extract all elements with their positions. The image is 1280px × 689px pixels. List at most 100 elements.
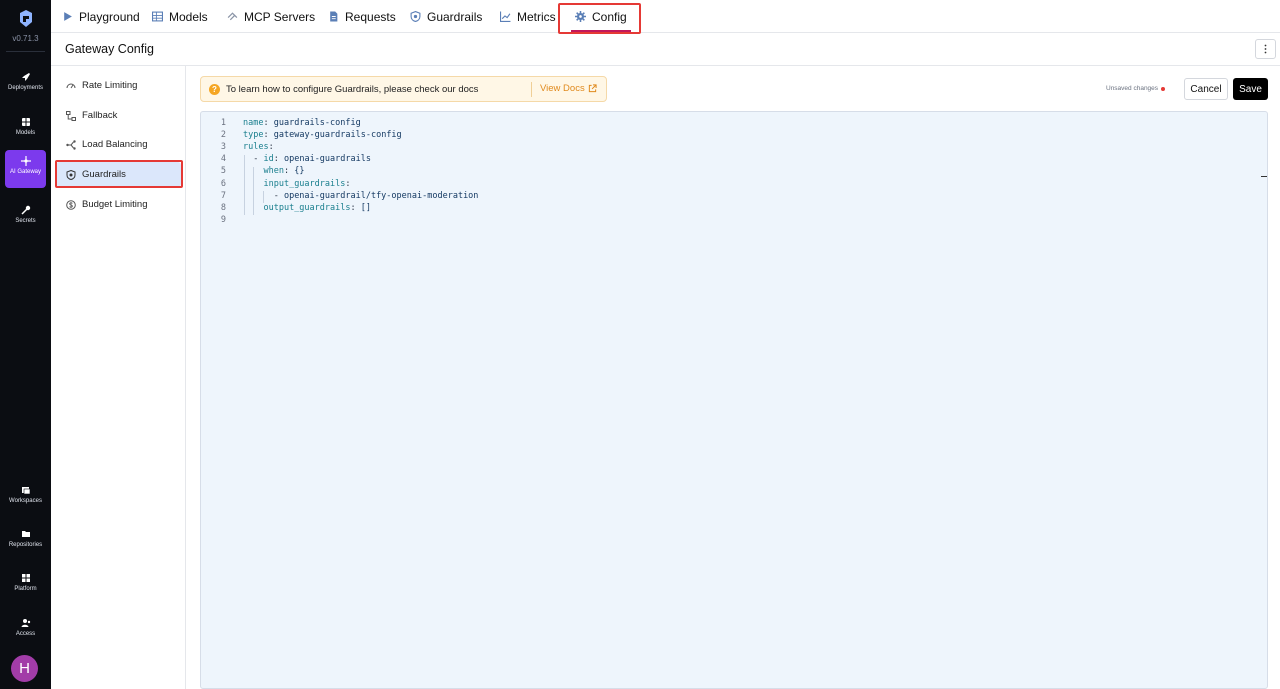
app-logo[interactable] — [17, 10, 35, 28]
line-number: 5 — [220, 166, 226, 177]
rail-item-workspaces[interactable]: Workspaces — [5, 479, 46, 517]
code-separator: : — [268, 142, 274, 153]
code-key: when — [263, 166, 284, 177]
avatar[interactable]: H — [11, 655, 38, 682]
code-key: input_guardrails — [263, 178, 346, 189]
code-value: openai-guardrails — [283, 154, 371, 165]
tab-label: Requests — [345, 9, 396, 24]
tab-label: MCP Servers — [244, 9, 316, 24]
key-icon — [20, 205, 30, 215]
banner-text: To learn how to configure Guardrails, pl… — [226, 83, 479, 95]
tab-playground[interactable]: Playground — [62, 0, 140, 33]
rail-item-label: Platform — [14, 586, 37, 592]
line-number: 7 — [220, 190, 226, 201]
tab-guardrails[interactable]: Guardrails — [410, 0, 482, 33]
table-icon — [152, 11, 163, 22]
view-docs-label: View Docs — [540, 83, 585, 94]
tab-mcp-servers[interactable]: MCP Servers — [227, 0, 315, 33]
tab-label: Playground — [79, 9, 140, 24]
code-line[interactable]: 1 name: guardrails-config — [201, 117, 1267, 129]
play-icon — [64, 12, 72, 21]
tab-models[interactable]: Models — [152, 0, 208, 33]
sidebar-item-label: Rate Limiting — [82, 80, 138, 91]
sidebar-item-label: Budget Limiting — [82, 199, 148, 210]
code-key: id — [263, 154, 274, 165]
code-key: output_guardrails — [263, 202, 351, 213]
grid-icon — [21, 118, 30, 126]
rail-item-platform[interactable]: Platform — [5, 567, 46, 605]
line-number: 2 — [220, 130, 226, 141]
code-text: - openai-guardrail/tfy-openai-moderation — [243, 190, 479, 202]
rail-item-deployments[interactable]: Deployments — [5, 66, 46, 104]
code-value: openai-guardrail/tfy-openai-moderation — [283, 190, 479, 201]
rail-item-repositories[interactable]: Repositories — [5, 523, 46, 561]
rail-item-label: AI Gateway — [9, 169, 41, 175]
code-separator: : — [283, 166, 295, 177]
code-key: name — [243, 118, 264, 128]
document-icon — [330, 11, 338, 22]
config-sidebar: Rate Limiting Fallback Load Balancing Gu… — [51, 66, 186, 689]
rail-item-models[interactable]: Models — [5, 111, 46, 149]
code-separator: : — [345, 178, 351, 189]
code-value: {} — [294, 166, 305, 177]
code-text: - id: openai-guardrails — [243, 153, 371, 165]
view-docs-link[interactable]: View Docs — [540, 83, 597, 94]
code-line[interactable]: 4 - id: openai-guardrails — [201, 153, 1267, 165]
line-number: 1 — [220, 118, 226, 128]
code-line[interactable]: 3 rules: — [201, 141, 1267, 153]
fallback-icon — [66, 110, 76, 121]
code-text: rules: — [243, 141, 274, 153]
sidebar-item-label: Load Balancing — [82, 139, 148, 150]
rocket-icon — [21, 73, 30, 81]
chart-icon — [500, 11, 511, 22]
banner-divider — [531, 82, 532, 97]
gauge-icon — [66, 83, 76, 88]
yaml-editor[interactable]: 1 name: guardrails-config 2 type: gateway-g… — [200, 111, 1268, 689]
rail-item-label: Access — [15, 631, 36, 637]
left-rail: v0.71.3 Deployments Models AI Gateway Se… — [0, 0, 51, 689]
sidebar-item-fallback[interactable]: Fallback — [56, 103, 181, 128]
code-key: rules — [243, 142, 269, 153]
line-number: 9 — [220, 214, 226, 225]
gateway-icon — [20, 156, 31, 166]
rail-item-access[interactable]: Access — [5, 612, 46, 650]
tab-metrics[interactable]: Metrics — [500, 0, 556, 33]
code-text: name: guardrails-config — [243, 117, 361, 129]
code-separator: : — [273, 154, 284, 165]
save-button[interactable]: Save — [1233, 78, 1268, 100]
code-indent: - — [243, 154, 264, 165]
workspace-icon — [21, 487, 30, 495]
tab-label: Guardrails — [427, 9, 483, 24]
sidebar-item-budget-limiting[interactable]: Budget Limiting — [56, 192, 181, 217]
tab-requests[interactable]: Requests — [328, 0, 396, 33]
code-indent: - — [243, 190, 284, 201]
folder-icon — [21, 531, 30, 537]
code-text: output_guardrails: [] — [243, 202, 371, 214]
code-separator: : — [263, 118, 274, 128]
code-line[interactable]: 2 type: gateway-guardrails-config — [201, 129, 1267, 141]
code-text: when: {} — [243, 165, 304, 177]
sidebar-item-rate-limiting[interactable]: Rate Limiting — [56, 73, 181, 98]
code-line[interactable]: 8 output_guardrails: [] — [201, 202, 1267, 214]
balance-icon — [66, 139, 76, 150]
code-text: input_guardrails: — [243, 178, 351, 190]
more-options-button[interactable] — [1255, 39, 1276, 59]
code-line[interactable]: 7 - openai-guardrail/tfy-openai-moderati… — [201, 190, 1267, 202]
page-header: Gateway Config — [51, 33, 1280, 66]
rail-divider — [6, 51, 45, 52]
code-line[interactable]: 6 input_guardrails: — [201, 178, 1267, 190]
version-label: v0.71.3 — [12, 34, 39, 43]
code-line[interactable]: 9 — [201, 214, 1267, 226]
sidebar-item-load-balancing[interactable]: Load Balancing — [56, 132, 181, 157]
users-icon — [21, 619, 30, 627]
sidebar-item-label: Fallback — [82, 110, 118, 121]
code-line[interactable]: 5 when: {} — [201, 165, 1267, 177]
tab-label: Metrics — [517, 9, 556, 24]
top-nav: Playground Models MCP Servers Requests G… — [51, 0, 1280, 34]
rail-item-secrets[interactable]: Secrets — [5, 199, 46, 237]
cancel-button[interactable]: Cancel — [1184, 78, 1228, 100]
rail-item-ai-gateway[interactable]: AI Gateway — [5, 150, 46, 188]
line-number: 3 — [220, 142, 226, 153]
